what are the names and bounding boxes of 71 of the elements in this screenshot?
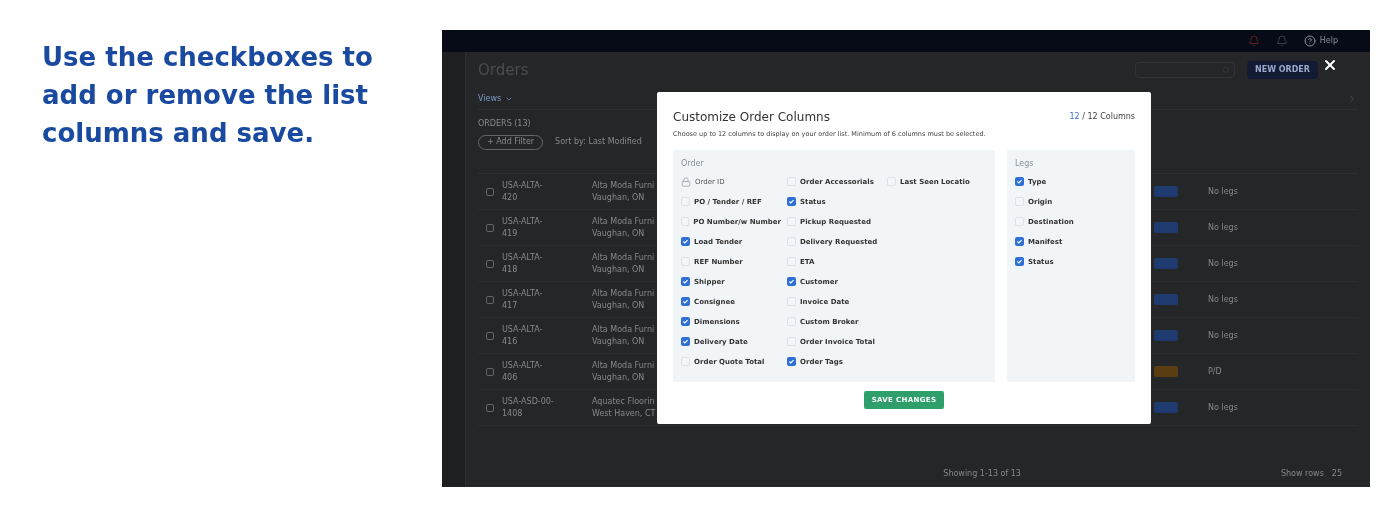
column-count: 12 / 12 Columns xyxy=(1069,111,1135,123)
shipper-name: Alta Moda Furni xyxy=(592,215,656,228)
checkbox[interactable] xyxy=(787,197,796,207)
order-id: USA-ALTA- xyxy=(502,359,544,372)
shipper-city: Vaughan, ON xyxy=(592,299,646,312)
order-id: 420 xyxy=(502,191,519,204)
help-icon xyxy=(1303,35,1316,47)
row-checkbox[interactable] xyxy=(486,187,494,196)
checkbox[interactable] xyxy=(681,337,690,347)
group-heading: Legs xyxy=(1015,157,1035,170)
order-id: 418 xyxy=(502,263,519,276)
row-checkbox[interactable] xyxy=(486,331,494,340)
group-heading: Order xyxy=(681,157,705,170)
legs-text: No legs xyxy=(1208,293,1239,306)
checkbox[interactable] xyxy=(787,357,796,367)
bell-icon[interactable] xyxy=(1275,35,1288,47)
checkbox[interactable] xyxy=(681,297,690,307)
row-checkbox[interactable] xyxy=(486,367,494,376)
pagination-text: Showing 1-13 of 13 xyxy=(943,468,1021,480)
checkbox[interactable] xyxy=(1015,177,1024,187)
checkbox[interactable] xyxy=(1015,237,1024,247)
shipper-name: Alta Moda Furni xyxy=(592,287,656,300)
lock-icon xyxy=(681,176,691,187)
sort-dropdown[interactable]: Sort by: Last Modified xyxy=(555,136,642,148)
instruction-text: Use the checkboxes to add or remove the list columns and save. xyxy=(42,41,374,150)
checkbox[interactable] xyxy=(681,237,690,247)
views-tab[interactable]: Views xyxy=(478,92,514,105)
rows-per-page-select[interactable]: 25 xyxy=(1331,468,1342,480)
order-id: USA-ALTA- xyxy=(502,251,544,264)
row-checkbox[interactable] xyxy=(486,403,494,412)
order-id: USA-ASD-00- xyxy=(502,395,555,408)
row-checkbox[interactable] xyxy=(486,295,494,304)
order-id: USA-ALTA- xyxy=(502,287,544,300)
order-id: USA-ALTA- xyxy=(502,215,544,228)
help-button[interactable]: Help xyxy=(1303,35,1338,47)
shipper-name: Aquatec Floorin xyxy=(592,395,656,408)
checkbox[interactable] xyxy=(1015,257,1024,267)
shipper-city: Vaughan, ON xyxy=(592,191,646,204)
order-id: 1408 xyxy=(502,407,524,420)
row-checkbox[interactable] xyxy=(486,223,494,232)
dialog-title: Customize Order Columns xyxy=(673,109,830,126)
orders-count: ORDERS (13) xyxy=(478,118,532,130)
shipper-city: Vaughan, ON xyxy=(592,263,646,276)
close-icon[interactable] xyxy=(1322,57,1338,73)
order-id: 406 xyxy=(502,371,519,384)
order-id: USA-ALTA- xyxy=(502,323,544,336)
legs-text: No legs xyxy=(1208,185,1239,198)
bell-icon[interactable] xyxy=(1247,35,1260,47)
legs-text: P/D xyxy=(1208,365,1223,378)
shipper-city: Vaughan, ON xyxy=(592,335,646,348)
legs-text: No legs xyxy=(1208,329,1239,342)
checkbox[interactable] xyxy=(681,317,690,327)
show-rows-label: Show rows xyxy=(1280,468,1324,480)
order-id: USA-ALTA- xyxy=(502,179,544,192)
legs-text: No legs xyxy=(1208,221,1239,234)
new-order-button[interactable]: NEW ORDER xyxy=(1247,61,1318,79)
order-id: 419 xyxy=(502,227,519,240)
order-id: 417 xyxy=(502,299,519,312)
legs-text: No legs xyxy=(1208,257,1239,270)
order-id: 416 xyxy=(502,335,519,348)
shipper-city: Vaughan, ON xyxy=(592,227,646,240)
shipper-name: Alta Moda Furni xyxy=(592,323,656,336)
row-checkbox[interactable] xyxy=(486,259,494,268)
shipper-city: Vaughan, ON xyxy=(592,371,646,384)
checkbox[interactable] xyxy=(681,277,690,287)
shipper-name: Alta Moda Furni xyxy=(592,251,656,264)
checkbox[interactable] xyxy=(787,277,796,287)
shipper-name: Alta Moda Furni xyxy=(592,179,656,192)
legs-text: No legs xyxy=(1208,401,1239,414)
shipper-city: West Haven, CT xyxy=(592,407,657,420)
shipper-name: Alta Moda Furni xyxy=(592,359,656,372)
